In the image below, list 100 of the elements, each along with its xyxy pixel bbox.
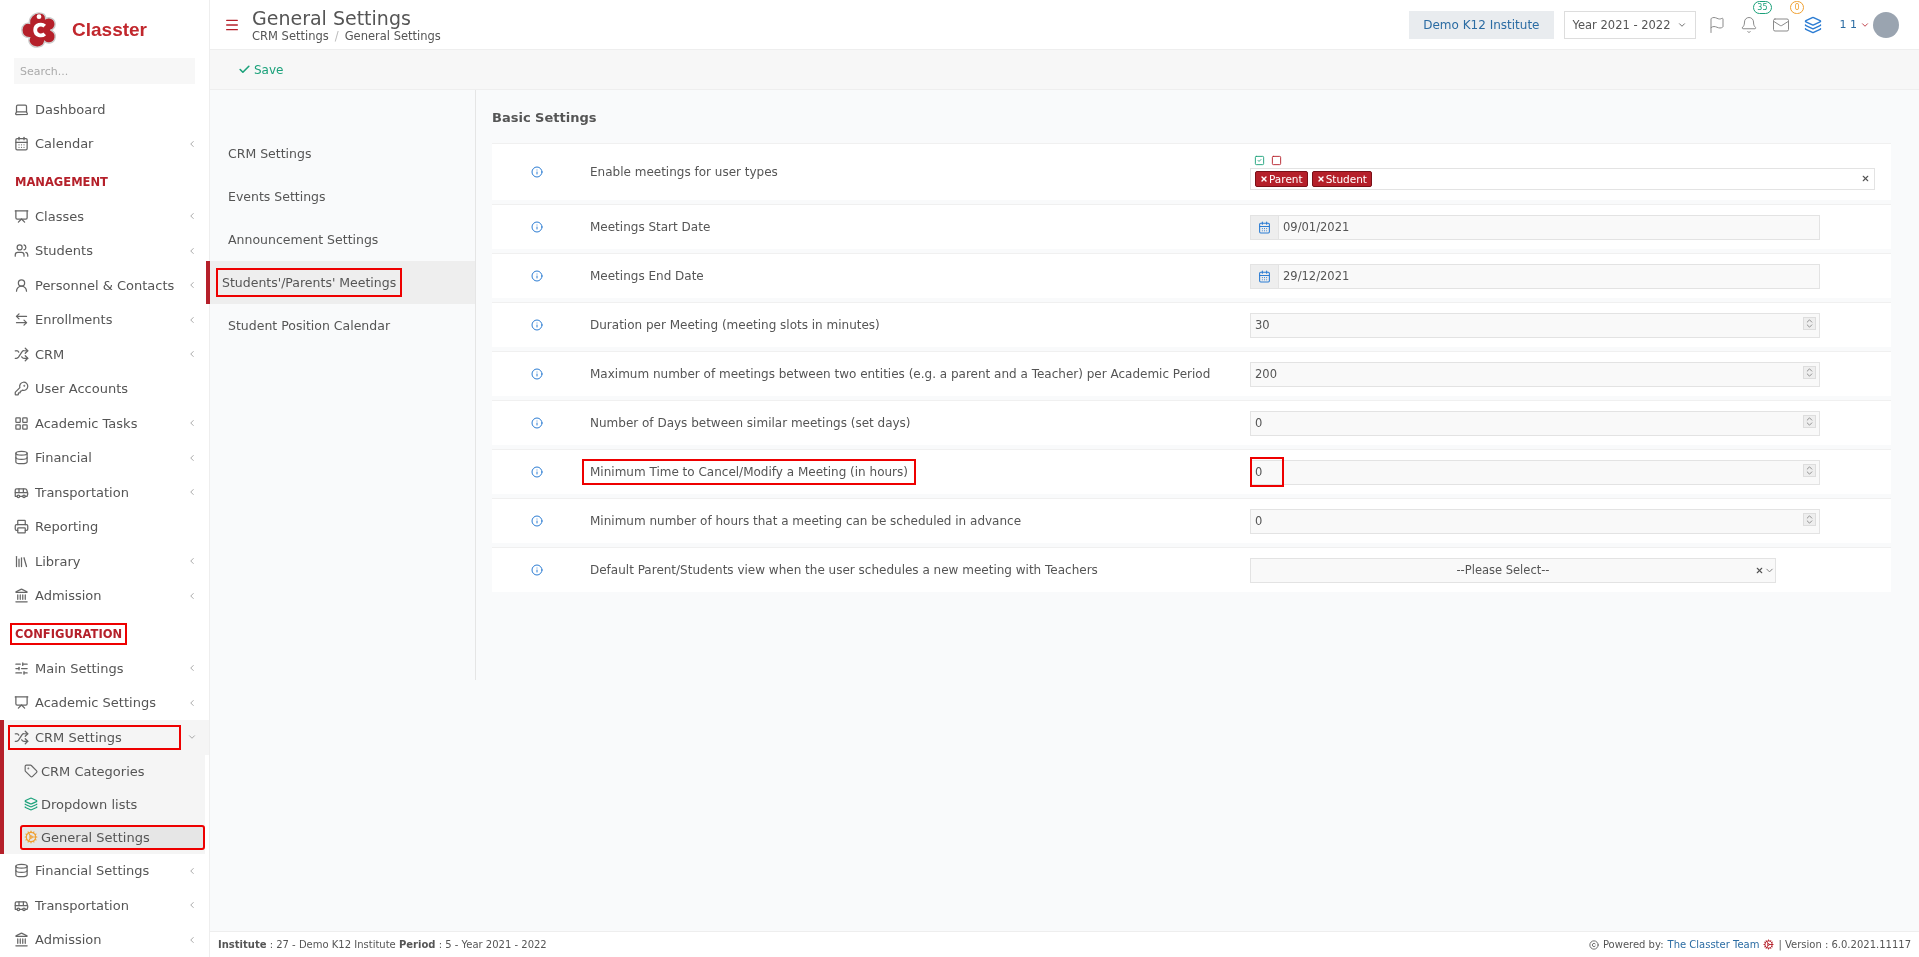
chevron-left-icon [187, 349, 197, 360]
shuffle-icon [14, 729, 29, 745]
section-heading: MANAGEMENT [14, 174, 109, 191]
page-title: General Settings [252, 6, 412, 29]
sidebar-label: Classes [35, 208, 84, 224]
classroom-icon [14, 695, 29, 711]
sidebar-item[interactable]: Library [0, 544, 209, 579]
sidebar-item[interactable]: Financial [0, 440, 209, 475]
sidebar-label: Main Settings [35, 660, 124, 676]
chevron-left-icon [187, 697, 197, 708]
breadcrumb-link[interactable]: CRM Settings [252, 28, 329, 43]
spinner-icon[interactable] [1803, 365, 1816, 379]
number-field[interactable]: 0 [1250, 410, 1820, 436]
sidebar-item[interactable]: Academic Tasks [0, 406, 209, 441]
chevron-left-icon [187, 280, 197, 291]
sidebar-label: Calendar [35, 136, 94, 152]
sidebar-label: Academic Tasks [35, 415, 138, 431]
submenu-label: General Settings [41, 829, 150, 845]
building-icon [14, 588, 29, 604]
settings-tab[interactable]: Students'/Parents' Meetings [216, 268, 403, 297]
setting-label: Meetings End Date [589, 268, 705, 285]
select-all-icon[interactable] [1254, 154, 1265, 166]
institute-button[interactable]: Demo K12 Institute [1409, 10, 1554, 39]
tag-chip[interactable]: Parent [1255, 170, 1308, 187]
date-field[interactable]: 09/01/2021 [1250, 214, 1820, 240]
version-text: | Version : 6.0.2021.11117 [1778, 939, 1911, 950]
user-menu[interactable]: 1 1 [1833, 10, 1905, 39]
submenu-item[interactable]: General Settings [20, 824, 205, 850]
number-field[interactable]: 0 [1250, 459, 1820, 485]
setting-label: Enable meetings for user types [589, 164, 779, 181]
setting-label: Duration per Meeting (meeting slots in minutes) [589, 317, 881, 334]
breadcrumb-separator: / [334, 28, 339, 43]
setting-label: Minimum number of hours that a meeting can be scheduled in advance [589, 513, 1023, 530]
remove-icon [1316, 174, 1325, 183]
settings-tab[interactable]: Events Settings [222, 182, 332, 211]
sidebar-item[interactable]: Calendar [0, 126, 209, 161]
chevron-left-icon [187, 245, 197, 256]
number-field[interactable]: 30 [1250, 312, 1820, 338]
shuffle-icon [14, 346, 29, 362]
search-field[interactable]: Search... [14, 58, 195, 84]
tag-chip[interactable]: Student [1311, 170, 1372, 187]
sidebar-label: User Accounts [35, 381, 129, 397]
sidebar-item[interactable]: Enrollments [0, 302, 209, 337]
copyright-icon [1588, 939, 1599, 950]
sidebar-item[interactable]: Students [0, 233, 209, 268]
number-field[interactable]: 200 [1250, 361, 1820, 387]
chevron-left-icon [187, 211, 197, 222]
sidebar-item[interactable]: Transportation [0, 475, 209, 510]
sidebar-label: Reporting [35, 519, 99, 535]
message-count: 0 [1790, 0, 1804, 14]
check-icon [238, 63, 251, 76]
sidebar-label: Personnel & Contacts [35, 277, 175, 293]
sidebar-label: Admission [35, 588, 102, 604]
deselect-all-icon[interactable] [1271, 154, 1282, 166]
select-field[interactable]: --Please Select-- [1250, 557, 1776, 583]
settings-tab[interactable]: Student Position Calendar [222, 311, 397, 340]
date-field[interactable]: 29/12/2021 [1250, 263, 1820, 289]
settings-tab[interactable]: CRM Settings [222, 139, 318, 168]
key-icon [14, 381, 29, 397]
chevron-left-icon [187, 314, 197, 325]
sidebar-item[interactable]: Main Settings [0, 651, 209, 686]
breadcrumb-link[interactable]: General Settings [344, 28, 441, 43]
sidebar-item[interactable]: Academic Settings [0, 685, 209, 720]
team-link[interactable]: The Classter Team [1667, 939, 1760, 950]
grid-icon [14, 415, 29, 431]
sidebar-label: Transportation [35, 484, 129, 500]
users-icon [14, 243, 29, 259]
settings-tab[interactable]: Announcement Settings [222, 225, 385, 254]
sidebar-item[interactable]: Dashboard [0, 92, 209, 127]
chevron-left-icon [187, 138, 197, 149]
footer-text: Powered by: [1602, 939, 1664, 950]
building-icon [14, 932, 29, 948]
layers-icon [24, 797, 38, 811]
section-title: Basic Settings [492, 110, 598, 125]
chevron-left-icon [187, 418, 197, 429]
spinner-icon[interactable] [1803, 316, 1816, 330]
sidebar-label: Enrollments [35, 312, 113, 328]
coins-icon [14, 450, 29, 466]
sidebar-item[interactable]: CRM Settings [0, 720, 209, 755]
sidebar-item[interactable]: Financial Settings [0, 853, 209, 888]
spinner-icon[interactable] [1803, 463, 1816, 477]
sidebar-item[interactable]: Admission [0, 578, 209, 613]
sidebar-label: Financial [35, 450, 92, 466]
clear-icon[interactable] [1861, 174, 1870, 183]
sidebar-item[interactable]: Transportation [0, 888, 209, 923]
brand-name: Classter [72, 19, 147, 42]
sidebar-item[interactable]: User Accounts [0, 371, 209, 406]
sidebar-label: CRM [35, 346, 65, 362]
sidebar-label: Academic Settings [35, 695, 156, 711]
sidebar-item[interactable]: Reporting [0, 509, 209, 544]
spinner-icon[interactable] [1803, 414, 1816, 428]
clear-icon[interactable] [1755, 565, 1764, 575]
sidebar-item[interactable]: Personnel & Contacts [0, 268, 209, 303]
sidebar-item[interactable]: Admission [0, 922, 209, 957]
number-field[interactable]: 0 [1250, 508, 1820, 534]
year-dropdown[interactable]: Year 2021 - 2022 [1563, 10, 1696, 39]
sidebar-item[interactable]: Classes [0, 199, 209, 234]
tags-field[interactable]: Parent Student [1250, 167, 1875, 190]
sidebar-item[interactable]: CRM [0, 337, 209, 372]
spinner-icon[interactable] [1803, 512, 1816, 526]
